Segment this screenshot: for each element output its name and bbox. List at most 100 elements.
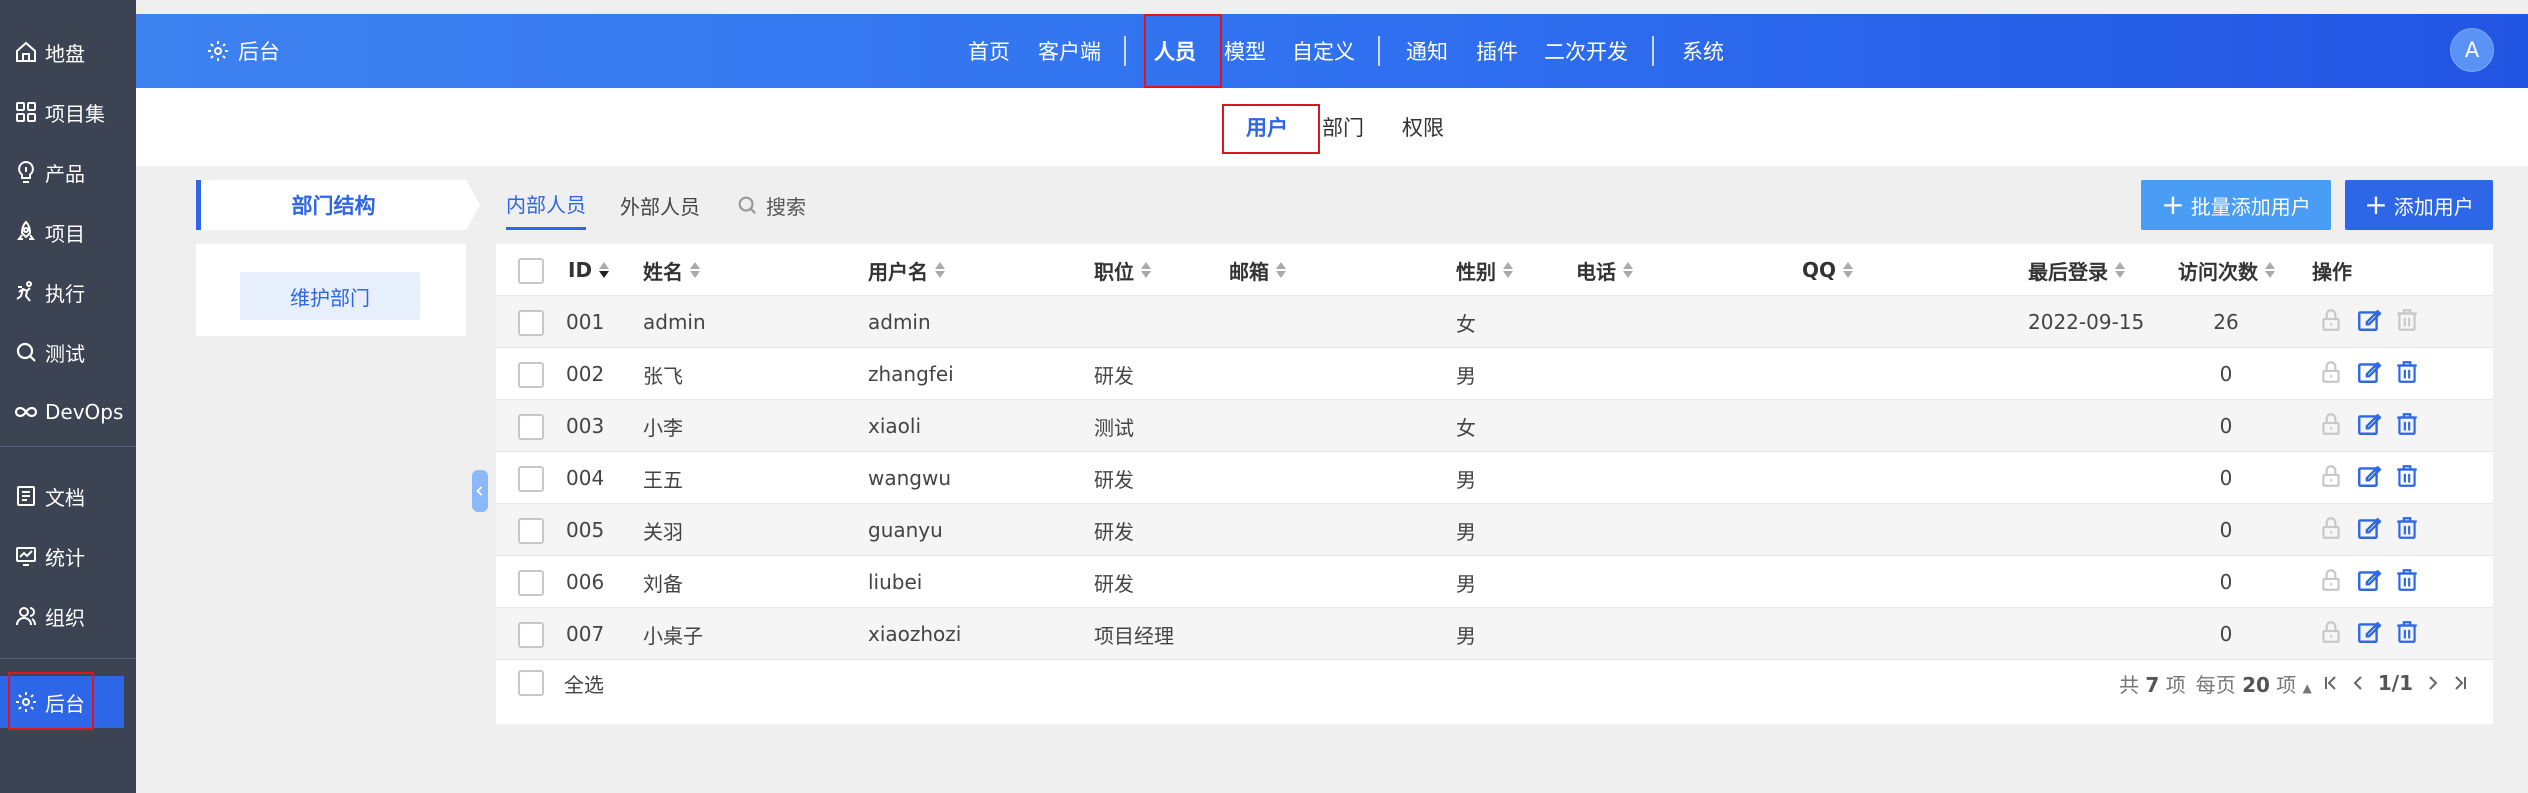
tab-internal-users[interactable]: 内部人员: [506, 180, 586, 230]
lock-icon[interactable]: [2318, 567, 2344, 597]
edit-icon[interactable]: [2356, 567, 2382, 597]
col-header-username[interactable]: 用户名: [868, 244, 946, 296]
prev-page-icon[interactable]: [2350, 674, 2368, 692]
col-header-name[interactable]: 姓名: [643, 244, 701, 296]
lock-icon[interactable]: [2318, 411, 2344, 441]
table-row[interactable]: 005 关羽 guanyu 研发 男 0: [496, 504, 2493, 556]
cell-gender: 男: [1456, 363, 1476, 388]
topnav-system[interactable]: 系统: [1682, 14, 1724, 88]
col-header-visits[interactable]: 访问次数: [2178, 244, 2276, 296]
app-root: 地盘 项目集 产品 项目 执行 测试 DevOps 文档 统计 组织 后台 后台…: [0, 0, 2528, 793]
edit-icon[interactable]: [2356, 463, 2382, 493]
cell-id: 001: [566, 310, 605, 334]
collapse-panel-handle[interactable]: [472, 470, 488, 512]
select-all-label[interactable]: 全选: [564, 652, 604, 714]
row-checkbox[interactable]: [518, 518, 544, 544]
col-header-qq[interactable]: QQ: [1802, 244, 1854, 296]
delete-icon[interactable]: [2394, 463, 2420, 493]
lock-icon[interactable]: [2318, 307, 2344, 337]
topnav-home[interactable]: 首页: [968, 14, 1010, 88]
delete-icon[interactable]: [2394, 619, 2420, 649]
table-row[interactable]: 002 张飞 zhangfei 研发 男 0: [496, 348, 2493, 400]
sidebar-item-label: 项目: [45, 221, 85, 246]
topnav-dev[interactable]: 二次开发: [1544, 14, 1628, 88]
sidebar-item-label: 文档: [45, 485, 85, 510]
topnav-client[interactable]: 客户端: [1038, 14, 1101, 88]
tab-users[interactable]: 用户: [1246, 88, 1288, 166]
table-row[interactable]: 004 王五 wangwu 研发 男 0: [496, 452, 2493, 504]
select-all-header-checkbox[interactable]: [518, 258, 544, 284]
edit-icon[interactable]: [2356, 515, 2382, 545]
cell-position: 测试: [1094, 415, 1134, 440]
cell-username: guanyu: [868, 518, 943, 542]
sidebar-item-stats[interactable]: 统计: [0, 530, 136, 582]
lock-icon[interactable]: [2318, 515, 2344, 545]
row-checkbox[interactable]: [518, 570, 544, 596]
lock-icon[interactable]: [2318, 359, 2344, 389]
batch-add-users-button[interactable]: + 批量添加用户: [2141, 180, 2331, 230]
col-header-last-login[interactable]: 最后登录: [2028, 244, 2126, 296]
edit-icon[interactable]: [2356, 411, 2382, 441]
edit-icon[interactable]: [2356, 307, 2382, 337]
topnav-custom[interactable]: 自定义: [1292, 14, 1355, 88]
col-header-phone[interactable]: 电话: [1576, 244, 1634, 296]
avatar[interactable]: A: [2450, 28, 2494, 72]
lock-icon[interactable]: [2318, 463, 2344, 493]
select-all-checkbox[interactable]: [518, 670, 544, 696]
delete-icon[interactable]: [2394, 359, 2420, 389]
sidebar-item-dashboard[interactable]: 地盘: [0, 26, 136, 78]
tab-departments[interactable]: 部门: [1322, 88, 1364, 166]
pager-per-page[interactable]: 每页 20 项 ▲: [2196, 669, 2312, 698]
topnav-people[interactable]: 人员: [1154, 14, 1196, 88]
edit-icon[interactable]: [2356, 359, 2382, 389]
tab-external-users[interactable]: 外部人员: [620, 180, 700, 230]
col-header-label: 用户名: [868, 259, 928, 284]
maintain-dept-button[interactable]: 维护部门: [240, 272, 420, 320]
row-checkbox[interactable]: [518, 466, 544, 492]
col-header-label: 访问次数: [2178, 259, 2258, 284]
first-page-icon[interactable]: [2322, 674, 2340, 692]
search-button[interactable]: 搜索: [736, 180, 806, 230]
col-header-email[interactable]: 邮箱: [1229, 244, 1287, 296]
sidebar-item-product[interactable]: 产品: [0, 146, 136, 198]
table-row[interactable]: 003 小李 xiaoli 测试 女 0: [496, 400, 2493, 452]
row-checkbox[interactable]: [518, 622, 544, 648]
row-actions: [2318, 400, 2420, 452]
cell-gender: 男: [1456, 519, 1476, 544]
sidebar-item-test[interactable]: 测试: [0, 326, 136, 378]
sidebar-item-org[interactable]: 组织: [0, 590, 136, 642]
next-page-icon[interactable]: [2423, 674, 2441, 692]
sidebar-item-project[interactable]: 项目: [0, 206, 136, 258]
topnav-model[interactable]: 模型: [1224, 14, 1266, 88]
delete-icon[interactable]: [2394, 567, 2420, 597]
sidebar-item-program[interactable]: 项目集: [0, 86, 136, 138]
topnav-plugins[interactable]: 插件: [1476, 14, 1518, 88]
dept-structure-tab[interactable]: 部门结构: [196, 180, 466, 230]
col-header-gender[interactable]: 性别: [1456, 244, 1514, 296]
brand[interactable]: 后台: [206, 14, 280, 88]
row-checkbox[interactable]: [518, 362, 544, 388]
last-page-icon[interactable]: [2451, 674, 2469, 692]
lock-icon[interactable]: [2318, 619, 2344, 649]
tab-permissions[interactable]: 权限: [1402, 88, 1444, 166]
sidebar-item-execution[interactable]: 执行: [0, 266, 136, 318]
sidebar-item-docs[interactable]: 文档: [0, 470, 136, 522]
sidebar-item-devops[interactable]: DevOps: [0, 386, 136, 438]
col-header-label: 电话: [1576, 259, 1616, 284]
cell-id: 005: [566, 518, 605, 542]
col-header-id[interactable]: ID: [568, 244, 610, 296]
cell-visits: 0: [2219, 466, 2233, 490]
sidebar-item-admin[interactable]: 后台: [0, 676, 124, 728]
edit-icon[interactable]: [2356, 619, 2382, 649]
add-user-button[interactable]: + 添加用户: [2345, 180, 2493, 230]
sort-icon: [1275, 261, 1287, 279]
col-header-position[interactable]: 职位: [1094, 244, 1152, 296]
delete-icon[interactable]: [2394, 515, 2420, 545]
row-checkbox[interactable]: [518, 310, 544, 336]
topnav-notify[interactable]: 通知: [1406, 14, 1448, 88]
row-checkbox[interactable]: [518, 414, 544, 440]
table-row[interactable]: 006 刘备 liubei 研发 男 0: [496, 556, 2493, 608]
col-header-label: 姓名: [643, 259, 683, 284]
table-row[interactable]: 001 admin admin 女 2022-09-15 26: [496, 296, 2493, 348]
delete-icon[interactable]: [2394, 411, 2420, 441]
